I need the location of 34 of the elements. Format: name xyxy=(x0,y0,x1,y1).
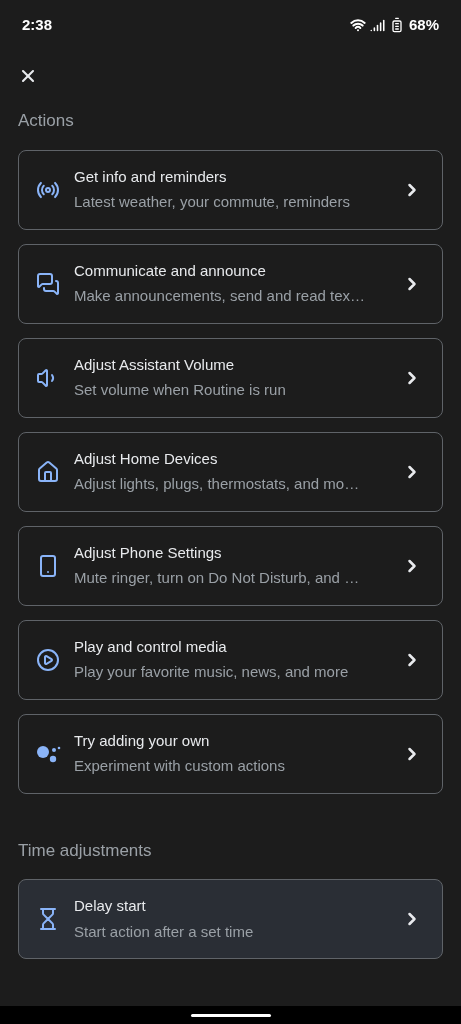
action-subtitle: Experiment with custom actions xyxy=(74,756,286,776)
action-subtitle: Set volume when Routine is run xyxy=(74,380,287,400)
action-card[interactable]: Try adding your own Experiment with custom actions xyxy=(18,713,443,794)
signal-icon xyxy=(369,17,385,33)
action-title: Delay start xyxy=(74,896,147,916)
action-card[interactable]: Adjust Phone Settings Mute ringer, turn on Do Not Disturb, and … xyxy=(18,525,443,606)
action-card[interactable]: Delay start Start action after a set time xyxy=(18,879,443,959)
action-subtitle: Play your favorite music, news, and more xyxy=(74,662,350,682)
action-card[interactable]: Get info and reminders Latest weather, your commute, reminders xyxy=(18,149,443,230)
section-heading: Actions xyxy=(17,110,75,132)
action-title: Adjust Phone Settings xyxy=(74,542,223,563)
action-title: Try adding your own xyxy=(74,730,211,751)
action-subtitle: Start action after a set time xyxy=(74,921,255,942)
action-title: Communicate and announce xyxy=(74,260,267,281)
home-indicator[interactable] xyxy=(190,1013,271,1017)
section-heading: Time adjustments xyxy=(17,839,153,862)
status-time: 2:38 xyxy=(22,14,53,35)
action-card[interactable]: Adjust Assistant Volume Set volume when Routine is run xyxy=(18,337,443,418)
action-card[interactable]: Play and control media Play your favorite music, news, and more xyxy=(18,619,443,700)
action-subtitle: Adjust lights, plugs, thermostats, and mo… xyxy=(74,474,361,494)
action-title: Play and control media xyxy=(74,636,228,657)
home-icon xyxy=(36,459,60,484)
action-card[interactable]: Adjust Home Devices Adjust lights, plugs, thermostats, and mo… xyxy=(18,431,443,512)
action-title: Adjust Home Devices xyxy=(74,448,219,469)
action-subtitle: Make announcements, send and read tex… xyxy=(74,286,366,306)
wifi-icon xyxy=(349,17,366,33)
battery-level: 68% xyxy=(408,14,439,35)
action-card[interactable]: Communicate and announce Make announcements, send and read tex… xyxy=(18,243,443,324)
action-subtitle: Latest weather, your commute, reminders xyxy=(74,192,351,212)
action-title: Adjust Assistant Volume xyxy=(74,354,236,375)
chat-icon xyxy=(36,271,60,296)
play-icon xyxy=(36,647,60,672)
action-subtitle: Mute ringer, turn on Do Not Disturb, and … xyxy=(74,568,361,588)
action-title: Get info and reminders xyxy=(74,166,228,187)
